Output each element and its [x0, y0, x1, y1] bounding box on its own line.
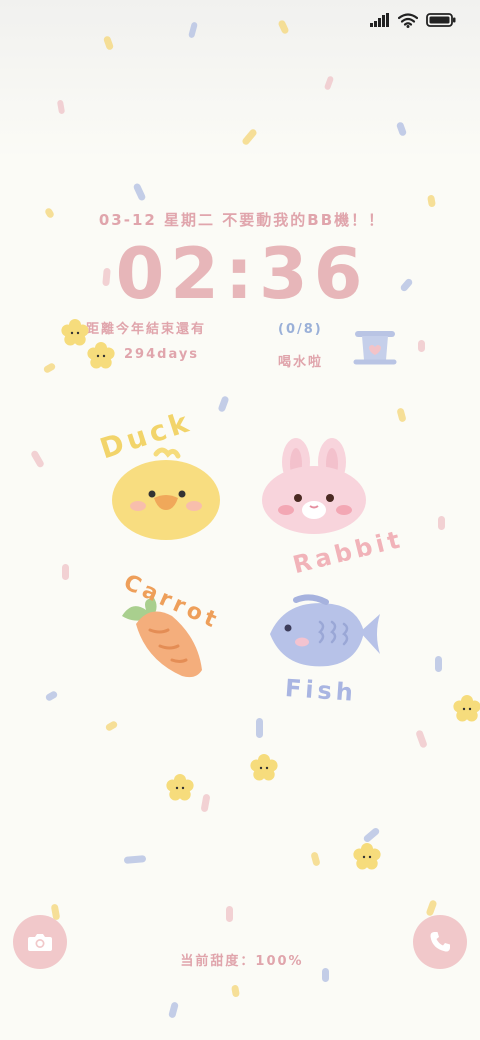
confetti [241, 127, 258, 147]
confetti [56, 99, 66, 115]
signal-bars-icon [370, 13, 389, 27]
confetti [200, 793, 211, 813]
confetti [132, 182, 147, 202]
confetti [104, 719, 119, 733]
confetti [362, 826, 381, 844]
flower-sticker [87, 342, 115, 369]
confetti [188, 21, 198, 39]
confetti [427, 194, 436, 208]
confetti [42, 361, 57, 375]
confetti [217, 395, 230, 413]
fish-illustration [270, 594, 380, 667]
confetti [323, 75, 335, 91]
wifi-icon [398, 12, 418, 28]
confetti [310, 851, 321, 867]
confetti [256, 718, 263, 738]
lock-screen: 03-12 星期二 不要動我的BB機！！ 02:36 距離今年結束還有 294d… [0, 0, 480, 1040]
confetti [168, 1001, 179, 1019]
confetti [322, 968, 329, 982]
flower-sticker [453, 695, 480, 722]
fish-word: Fish [284, 674, 358, 707]
flower-sticker [250, 754, 278, 781]
confetti [277, 19, 290, 35]
rabbit-illustration [262, 438, 366, 534]
flower-sticker [166, 774, 194, 801]
phone-icon [430, 932, 450, 952]
confetti [123, 855, 147, 864]
water-label[interactable]: 喝水啦 [278, 351, 323, 370]
duck-illustration [112, 447, 220, 540]
confetti [418, 340, 425, 352]
confetti [62, 564, 69, 580]
status-bar [370, 10, 456, 30]
confetti [102, 35, 115, 51]
confetti [395, 121, 408, 137]
countdown-label: 距離今年結束還有 [86, 322, 207, 337]
date-line: 03-12 星期二 不要動我的BB機！！ [98, 211, 386, 229]
confetti [396, 407, 407, 423]
confetti [29, 449, 46, 469]
confetti [425, 899, 438, 917]
confetti [226, 906, 233, 922]
confetti [438, 516, 445, 530]
flower-sticker [353, 843, 381, 870]
confetti [44, 689, 59, 703]
countdown-days[interactable]: 294days [124, 347, 199, 362]
phone-button[interactable] [413, 915, 467, 969]
battery-full-icon [426, 13, 456, 27]
confetti [435, 656, 442, 672]
sweetness-text: 当前甜度：100% [180, 954, 304, 969]
clock-time: 02:36 [115, 233, 369, 315]
cup-icon[interactable] [352, 322, 398, 368]
confetti [231, 984, 240, 998]
confetti [415, 729, 428, 749]
water-progress[interactable]: (0/8) [278, 322, 323, 337]
